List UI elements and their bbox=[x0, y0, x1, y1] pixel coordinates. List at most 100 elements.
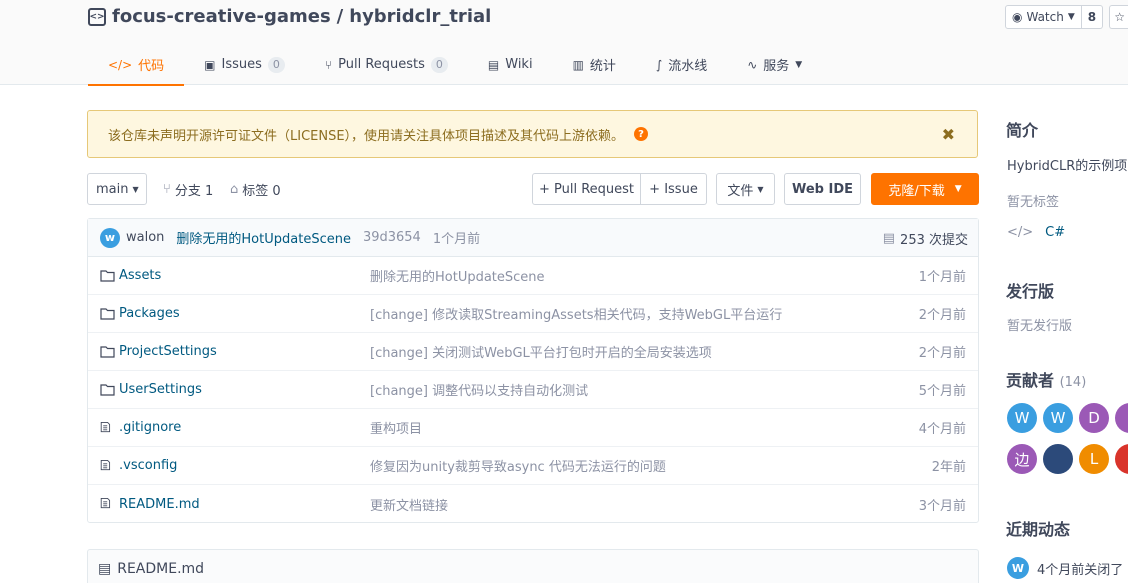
latest-commit: w walon 删除无用的HotUpdateScene 39d3654 1个月前… bbox=[88, 219, 978, 257]
table-row[interactable]: Packages [change] 修改读取StreamingAssets相关代码… bbox=[88, 295, 978, 333]
contributor-avatar[interactable]: 边 bbox=[1007, 444, 1037, 474]
commit-count-link[interactable]: ▤ 253 次提交 bbox=[883, 229, 968, 248]
file-icon bbox=[100, 422, 111, 433]
file-commit-message[interactable]: [change] 修改读取StreamingAssets相关代码，支持WebGL… bbox=[370, 304, 782, 323]
file-commit-message[interactable]: 修复因为unity裁剪导致async 代码无法运行的问题 bbox=[370, 456, 666, 475]
repo-tabs: </> 代码 ▣ Issues 0 ⑂ Pull Requests 0 ▤ Wi… bbox=[88, 44, 822, 86]
file-commit-message[interactable]: 删除无用的HotUpdateScene bbox=[370, 266, 545, 285]
file-commit-message[interactable]: 更新文档链接 bbox=[370, 495, 448, 514]
tags-link[interactable]: ⌂ 标签 0 bbox=[230, 173, 281, 205]
issue-count-badge: 0 bbox=[267, 56, 285, 73]
file-name[interactable]: Packages bbox=[119, 306, 180, 321]
tags-count: 标签 0 bbox=[242, 183, 281, 199]
close-icon[interactable]: ✖ bbox=[942, 125, 955, 144]
file-time: 2个月前 bbox=[918, 308, 966, 323]
help-icon[interactable]: ? bbox=[634, 127, 649, 141]
caret-down-icon: ▼ bbox=[1067, 12, 1075, 22]
tag-icon: ⌂ bbox=[230, 181, 239, 197]
commits-icon: ▤ bbox=[882, 231, 896, 246]
commit-sha[interactable]: 39d3654 bbox=[363, 230, 421, 245]
folder-icon bbox=[100, 270, 115, 282]
branches-link[interactable]: ⑂ 分支 1 bbox=[163, 173, 213, 205]
file-commit-message[interactable]: [change] 关闭测试WebGL平台打包时开启的全局安装选项 bbox=[370, 342, 712, 361]
file-menu-button[interactable]: 文件 ▼ bbox=[716, 173, 775, 205]
pipeline-icon: ∫ bbox=[655, 57, 663, 72]
file-name[interactable]: README.md bbox=[119, 497, 200, 512]
contributor-avatar[interactable] bbox=[1115, 444, 1128, 474]
tab-services[interactable]: ∿ 服务 ▼ bbox=[727, 44, 822, 85]
tab-label: Issues bbox=[221, 57, 262, 72]
new-pull-request-button[interactable]: + Pull Request bbox=[532, 173, 641, 205]
contributor-avatar[interactable]: W bbox=[1043, 403, 1073, 433]
file-icon bbox=[100, 498, 111, 509]
table-row[interactable]: .gitignore 重构项目 4个月前 bbox=[88, 409, 978, 447]
intro-text: HybridCLR的示例项 bbox=[1007, 159, 1128, 174]
star-button[interactable]: ☆ bbox=[1109, 5, 1128, 29]
commit-author[interactable]: walon bbox=[126, 230, 164, 245]
commit-time: 1个月前 bbox=[432, 232, 481, 247]
readme-title: README.md bbox=[117, 561, 205, 577]
activity-title: 近期动态 bbox=[1006, 520, 1071, 539]
watch-count[interactable]: 8 bbox=[1081, 5, 1104, 29]
branch-select[interactable]: main ▼ bbox=[87, 173, 147, 205]
no-tags: 暂无标签 bbox=[1007, 195, 1060, 210]
language-label: C# bbox=[1045, 225, 1066, 240]
intro-title: 简介 bbox=[1006, 121, 1039, 140]
table-row[interactable]: README.md 更新文档链接 3个月前 bbox=[88, 485, 978, 523]
tab-pipeline[interactable]: ∫ 流水线 bbox=[636, 44, 727, 85]
commit-message[interactable]: 删除无用的HotUpdateScene bbox=[176, 228, 351, 247]
file-commit-message[interactable]: [change] 调整代码以支持自动化测试 bbox=[370, 380, 588, 399]
clone-label: 克隆/下载 bbox=[888, 183, 945, 199]
repo-owner-link[interactable]: focus-creative-games bbox=[112, 6, 331, 27]
folder-icon bbox=[100, 384, 115, 396]
stats-icon: ▥ bbox=[572, 57, 584, 72]
web-ide-button[interactable]: Web IDE bbox=[784, 173, 861, 205]
activity-item[interactable]: W 4个月前关闭了 bbox=[1007, 557, 1123, 579]
file-commit-message[interactable]: 重构项目 bbox=[370, 418, 422, 437]
new-issue-button[interactable]: + Issue bbox=[640, 173, 707, 205]
tab-stats[interactable]: ▥ 统计 bbox=[553, 44, 636, 85]
repo-icon: <> bbox=[88, 7, 106, 26]
activity-text: 4个月前关闭了 bbox=[1037, 562, 1124, 578]
table-row[interactable]: Assets 删除无用的HotUpdateScene 1个月前 bbox=[88, 257, 978, 295]
tab-label: Wiki bbox=[505, 57, 533, 72]
tab-code[interactable]: </> 代码 bbox=[88, 44, 185, 86]
tab-label: Pull Requests bbox=[338, 57, 425, 72]
contributor-avatar[interactable] bbox=[1115, 403, 1128, 433]
eye-icon: ◉ bbox=[1012, 10, 1023, 24]
contributor-avatar[interactable]: L bbox=[1079, 444, 1109, 474]
table-row[interactable]: UserSettings [change] 调整代码以支持自动化测试 5个月前 bbox=[88, 371, 978, 409]
repo-name-link[interactable]: hybridclr_trial bbox=[349, 6, 491, 27]
pull-request-icon: ⑂ bbox=[324, 57, 333, 72]
repo-toolbar: main ▼ ⑂ 分支 1 ⌂ 标签 0 + Pull Request + Is… bbox=[87, 173, 979, 205]
clone-download-button[interactable]: 克隆/下载 ▼ bbox=[871, 173, 979, 205]
tab-pull-requests[interactable]: ⑂ Pull Requests 0 bbox=[305, 44, 468, 85]
branches-count: 分支 1 bbox=[174, 183, 214, 199]
license-notice: 该仓库未声明开源许可证文件（LICENSE），使用请关注具体项目描述及其代码上游… bbox=[87, 110, 978, 158]
watch-button[interactable]: ◉ Watch ▼ bbox=[1005, 5, 1082, 29]
tab-wiki[interactable]: ▤ Wiki bbox=[468, 44, 553, 85]
avatar[interactable]: w bbox=[100, 227, 120, 248]
file-name[interactable]: UserSettings bbox=[119, 382, 202, 397]
file-icon: ▤ bbox=[98, 561, 112, 577]
branch-icon: ⑂ bbox=[163, 181, 171, 197]
contributor-avatar[interactable]: W bbox=[1007, 403, 1037, 433]
wiki-icon: ▤ bbox=[487, 57, 500, 72]
contributor-avatar[interactable]: D bbox=[1079, 403, 1109, 433]
tab-label: 统计 bbox=[589, 59, 616, 74]
file-name[interactable]: Assets bbox=[119, 268, 161, 283]
table-row[interactable]: ProjectSettings [change] 关闭测试WebGL平台打包时开启… bbox=[88, 333, 978, 371]
language-row[interactable]: </> C# bbox=[1007, 225, 1065, 240]
file-name[interactable]: ProjectSettings bbox=[119, 344, 217, 359]
file-time: 2个月前 bbox=[918, 346, 966, 361]
contributor-avatar[interactable] bbox=[1043, 444, 1073, 474]
table-row[interactable]: .vsconfig 修复因为unity裁剪导致async 代码无法运行的问题 2年前 bbox=[88, 447, 978, 485]
contributors-label: 贡献者 bbox=[1006, 371, 1055, 390]
tab-issues[interactable]: ▣ Issues 0 bbox=[184, 44, 305, 85]
file-name[interactable]: .vsconfig bbox=[119, 458, 177, 473]
file-name[interactable]: .gitignore bbox=[119, 420, 181, 435]
issue-icon: ▣ bbox=[204, 57, 216, 72]
repo-separator: / bbox=[336, 6, 344, 27]
service-icon: ∿ bbox=[747, 57, 758, 72]
file-label: 文件 bbox=[727, 183, 754, 199]
